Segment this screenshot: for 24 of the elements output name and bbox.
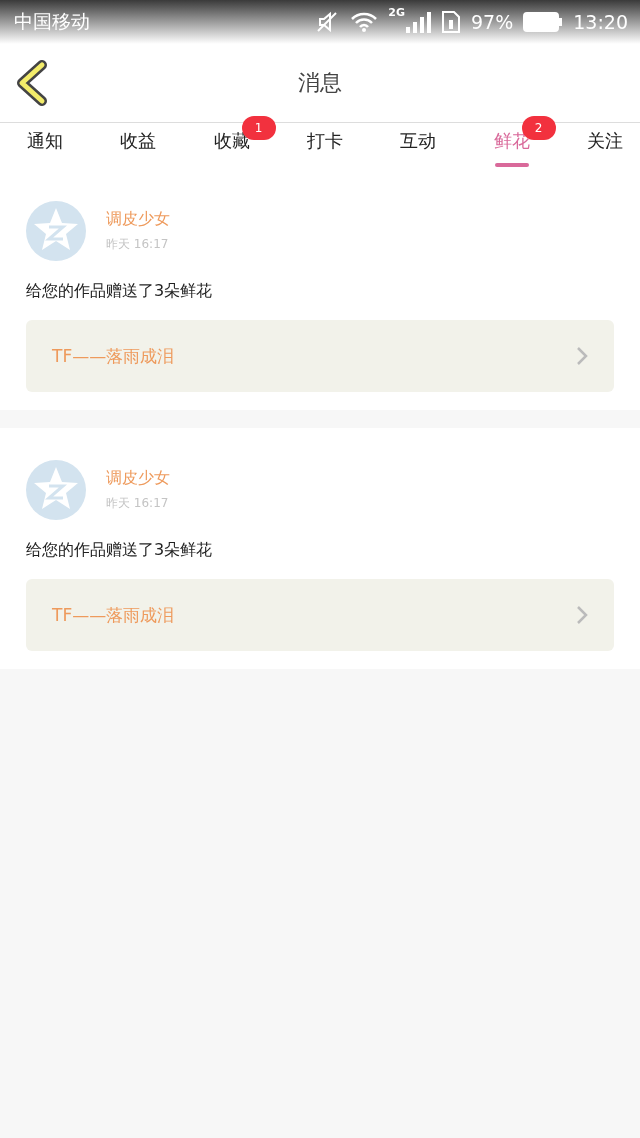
tab[interactable]: 关注	[577, 123, 632, 169]
tab[interactable]: 通知	[18, 123, 72, 169]
chevron-right-icon	[576, 605, 588, 625]
message-time: 昨天 16:17	[106, 236, 170, 253]
battery-percent: 97%	[471, 11, 514, 33]
wifi-icon	[350, 11, 379, 33]
message-time: 昨天 16:17	[106, 495, 170, 512]
avatar-icon	[26, 460, 86, 520]
message-text: 给您的作品赠送了3朵鲜花	[26, 540, 214, 561]
battery-icon	[523, 12, 564, 32]
carrier-name: 中国移动	[14, 9, 90, 34]
avatar-icon	[26, 201, 86, 261]
tab-indicator	[494, 163, 529, 167]
tab[interactable]: 收益	[111, 123, 166, 169]
back-button[interactable]	[14, 60, 50, 106]
page-title: 消息	[298, 69, 342, 97]
network-type: 2G	[388, 6, 405, 19]
signal-icon	[405, 11, 431, 33]
tab[interactable]: 打卡	[298, 123, 352, 169]
sim-card-icon	[441, 11, 461, 33]
tab[interactable]: 互动	[391, 123, 446, 169]
clock-time: 13:20	[573, 11, 628, 33]
message-text: 给您的作品赠送了3朵鲜花	[26, 281, 214, 302]
chevron-right-icon	[576, 346, 588, 366]
